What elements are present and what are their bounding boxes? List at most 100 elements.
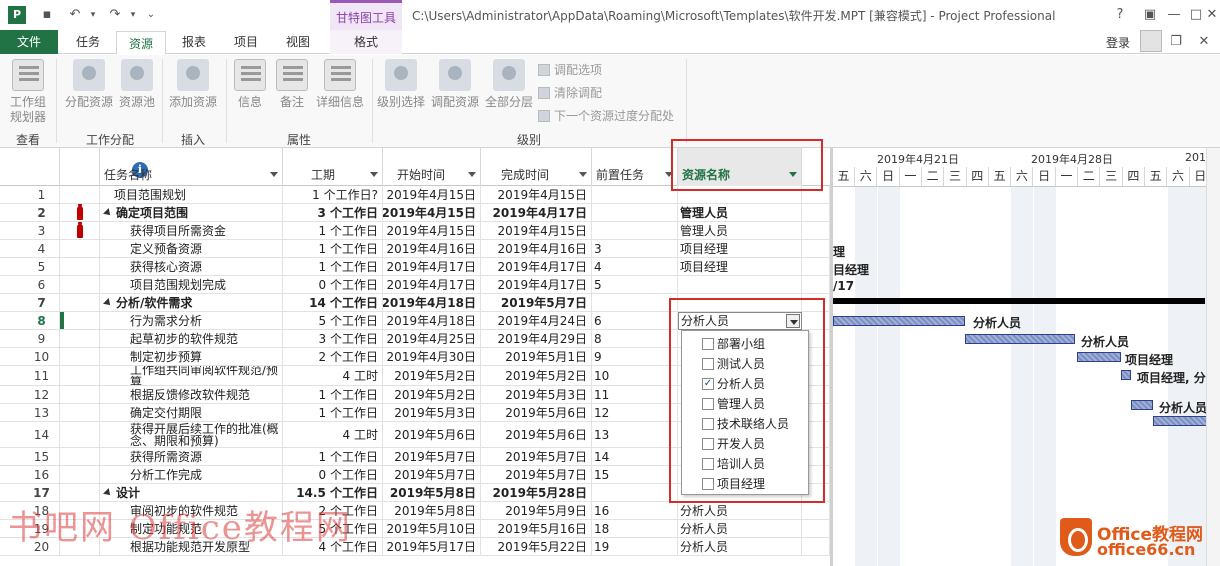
undo-dropdown-icon[interactable]: ▾ bbox=[84, 6, 102, 24]
task-start[interactable]: 2019年4月17日 bbox=[383, 276, 481, 293]
add-new-column-cell[interactable] bbox=[802, 538, 830, 555]
task-duration[interactable]: 1 个工作日 bbox=[283, 404, 383, 421]
task-predecessors[interactable]: 3 bbox=[592, 240, 678, 257]
task-name[interactable]: 设计 bbox=[100, 484, 283, 501]
task-name[interactable]: 定义预备资源 bbox=[100, 240, 283, 257]
task-finish[interactable]: 2019年5月7日 bbox=[481, 294, 592, 311]
task-name[interactable]: 制定初步预算 bbox=[100, 348, 283, 365]
task-finish[interactable]: 2019年5月7日 bbox=[481, 466, 592, 483]
minimize-icon[interactable]: — bbox=[1164, 6, 1184, 24]
task-finish[interactable]: 2019年4月17日 bbox=[481, 276, 592, 293]
task-start[interactable]: 2019年4月17日 bbox=[383, 258, 481, 275]
task-duration[interactable]: 4 工时 bbox=[283, 366, 383, 385]
maximize-icon[interactable]: □ bbox=[1186, 6, 1206, 24]
summary-bar[interactable] bbox=[833, 298, 1205, 304]
task-name[interactable]: 确定交付期限 bbox=[100, 404, 283, 421]
task-resource[interactable]: 项目经理 bbox=[678, 240, 802, 257]
level-selection-button[interactable]: 级别选择 bbox=[374, 59, 428, 110]
task-resource[interactable] bbox=[678, 276, 802, 293]
table-row[interactable]: 6 项目范围规划完成 0 个工作日 2019年4月17日 2019年4月17日 5 bbox=[0, 276, 830, 294]
help-button[interactable]: ? bbox=[1110, 6, 1130, 24]
task-finish[interactable]: 2019年5月3日 bbox=[481, 386, 592, 403]
task-name[interactable]: 行为需求分析 bbox=[100, 312, 283, 329]
gantt-bar[interactable] bbox=[1131, 400, 1153, 410]
clear-leveling-button[interactable]: 清除调配 bbox=[538, 84, 602, 101]
task-predecessors[interactable]: 19 bbox=[592, 538, 678, 555]
task-start[interactable]: 2019年4月18日 bbox=[383, 312, 481, 329]
task-predecessors[interactable] bbox=[592, 222, 678, 239]
task-predecessors[interactable]: 12 bbox=[592, 404, 678, 421]
row-indicator[interactable] bbox=[60, 240, 100, 257]
task-duration[interactable]: 3 个工作日 bbox=[283, 204, 383, 221]
task-finish[interactable]: 2019年5月22日 bbox=[481, 538, 592, 555]
task-start[interactable]: 2019年5月2日 bbox=[383, 386, 481, 403]
add-new-column-cell[interactable] bbox=[802, 258, 830, 275]
task-start[interactable]: 2019年4月15日 bbox=[383, 222, 481, 239]
task-duration[interactable]: 1 个工作日 bbox=[283, 448, 383, 465]
task-start[interactable]: 2019年5月8日 bbox=[383, 484, 481, 501]
task-predecessors[interactable]: 4 bbox=[592, 258, 678, 275]
task-name[interactable]: 分析工作完成 bbox=[100, 466, 283, 483]
tab-resource[interactable]: 资源 bbox=[116, 31, 166, 55]
row-indicator[interactable] bbox=[60, 448, 100, 465]
ribbon-display-icon[interactable]: ▣ bbox=[1140, 6, 1160, 24]
redo-icon[interactable]: ↷ bbox=[106, 6, 124, 24]
task-start[interactable]: 2019年4月15日 bbox=[383, 204, 481, 221]
task-name[interactable]: 项目范围规划完成 bbox=[100, 276, 283, 293]
gantt-bar[interactable] bbox=[965, 334, 1075, 344]
header-finish[interactable]: 完成时间 bbox=[481, 148, 592, 186]
task-start[interactable]: 2019年4月16日 bbox=[383, 240, 481, 257]
task-start[interactable]: 2019年5月10日 bbox=[383, 520, 481, 537]
task-name[interactable]: 获得项目所需资金 bbox=[100, 222, 283, 239]
gantt-bar[interactable] bbox=[1121, 370, 1131, 380]
next-overallocation-button[interactable]: 下一个资源过度分配处 bbox=[538, 107, 674, 124]
save-icon[interactable]: ▪ bbox=[38, 6, 56, 24]
avatar[interactable] bbox=[1140, 30, 1162, 52]
login-link[interactable]: 登录 bbox=[1106, 34, 1130, 51]
vertical-scrollbar[interactable] bbox=[1206, 148, 1220, 566]
level-resource-button[interactable]: 调配资源 bbox=[428, 59, 482, 110]
task-finish[interactable]: 2019年5月2日 bbox=[481, 366, 592, 385]
task-start[interactable]: 2019年5月6日 bbox=[383, 422, 481, 447]
task-name[interactable]: 根据反馈修改软件规范 bbox=[100, 386, 283, 403]
row-indicator[interactable] bbox=[60, 204, 100, 221]
filter-dropdown-icon[interactable] bbox=[370, 172, 378, 177]
task-resource[interactable]: 管理人员 bbox=[678, 222, 802, 239]
task-resource[interactable]: 分析人员 bbox=[678, 502, 802, 519]
task-name[interactable]: 获得开展后续工作的批准(概念、期限和预算) bbox=[100, 422, 283, 447]
task-predecessors[interactable]: 5 bbox=[592, 276, 678, 293]
task-predecessors[interactable] bbox=[592, 484, 678, 501]
task-resource[interactable]: 分析人员 bbox=[678, 520, 802, 537]
task-duration[interactable]: 5 个工作日 bbox=[283, 312, 383, 329]
task-duration[interactable]: 1 个工作日 bbox=[283, 240, 383, 257]
task-name[interactable]: 分析/软件需求 bbox=[100, 294, 283, 311]
row-indicator[interactable] bbox=[60, 294, 100, 311]
task-name[interactable]: 获得核心资源 bbox=[100, 258, 283, 275]
task-duration[interactable]: 1 个工作日 bbox=[283, 222, 383, 239]
task-duration[interactable]: 14.5 个工作日 bbox=[283, 484, 383, 501]
collapse-triangle-icon[interactable] bbox=[103, 207, 113, 218]
task-finish[interactable]: 2019年5月7日 bbox=[481, 448, 592, 465]
add-new-column-cell[interactable] bbox=[802, 222, 830, 239]
task-finish[interactable]: 2019年5月28日 bbox=[481, 484, 592, 501]
task-predecessors[interactable] bbox=[592, 204, 678, 221]
task-predecessors[interactable]: 18 bbox=[592, 520, 678, 537]
table-row[interactable]: 5 获得核心资源 1 个工作日 2019年4月17日 2019年4月17日 4 项目经理 bbox=[0, 258, 830, 276]
filter-dropdown-icon[interactable] bbox=[270, 172, 278, 177]
task-finish[interactable]: 2019年5月1日 bbox=[481, 348, 592, 365]
task-finish[interactable]: 2019年4月29日 bbox=[481, 330, 592, 347]
task-start[interactable]: 2019年5月7日 bbox=[383, 448, 481, 465]
task-name[interactable]: 工作组共同审阅软件规范/预算 bbox=[100, 366, 283, 385]
add-new-column-cell[interactable] bbox=[802, 240, 830, 257]
leveling-options-button[interactable]: 调配选项 bbox=[538, 61, 602, 78]
gantt-bar[interactable] bbox=[833, 316, 965, 326]
resource-pool-button[interactable]: 资源池 bbox=[116, 59, 158, 110]
assign-resources-button[interactable]: 分配资源 bbox=[62, 59, 116, 110]
row-indicator[interactable] bbox=[60, 366, 100, 385]
task-predecessors[interactable] bbox=[592, 294, 678, 311]
task-duration[interactable]: 4 工时 bbox=[283, 422, 383, 447]
task-resource[interactable]: 项目经理 bbox=[678, 258, 802, 275]
close-icon[interactable]: ✕ bbox=[1204, 6, 1220, 24]
task-predecessors[interactable]: 13 bbox=[592, 422, 678, 447]
row-indicator[interactable] bbox=[60, 484, 100, 501]
